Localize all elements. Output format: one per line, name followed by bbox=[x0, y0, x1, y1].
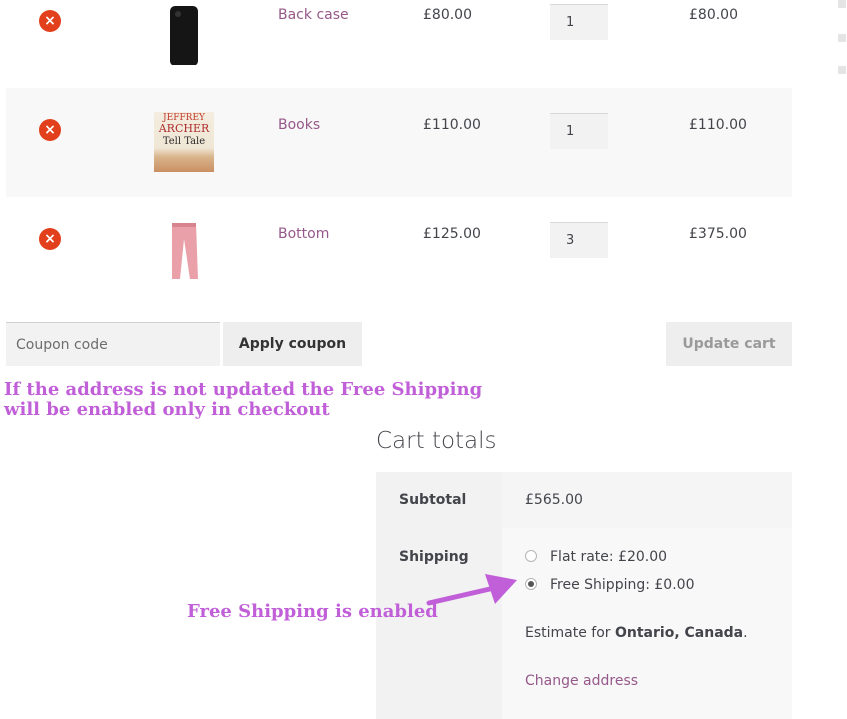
change-address-link[interactable]: Change address bbox=[525, 673, 638, 689]
flat-rate-radio[interactable] bbox=[525, 550, 537, 562]
annotation-note: If the address is not updated the Free S… bbox=[4, 379, 483, 420]
book-title: Tell Tale bbox=[162, 136, 206, 147]
product-name-link[interactable]: Books bbox=[278, 117, 320, 133]
estimate-location: Ontario, Canada bbox=[615, 625, 744, 641]
line-subtotal: £80.00 bbox=[689, 7, 738, 23]
flat-rate-label[interactable]: Flat rate: £20.00 bbox=[550, 549, 667, 565]
product-price: £125.00 bbox=[423, 226, 481, 242]
cart-row-bottom: × Bottom £125.00 £375.00 bbox=[6, 197, 792, 306]
subtotal-label: Subtotal bbox=[399, 492, 467, 508]
subtotal-value: £565.00 bbox=[525, 492, 583, 508]
shipping-estimate: Estimate for Ontario, Canada. bbox=[525, 625, 748, 641]
cart-totals-title: Cart totals bbox=[376, 428, 497, 454]
remove-item-icon[interactable]: × bbox=[39, 228, 61, 250]
estimate-suffix: . bbox=[743, 625, 748, 641]
free-shipping-label[interactable]: Free Shipping: £0.00 bbox=[550, 577, 694, 593]
cart-row-back-case: × Back case £80.00 £80.00 bbox=[6, 0, 792, 88]
remove-item-icon[interactable]: × bbox=[39, 119, 61, 141]
product-name-link[interactable]: Bottom bbox=[278, 226, 329, 242]
cart-row-books: × JEFFREY ARCHER Tell Tale Books £110.00… bbox=[6, 88, 792, 197]
remove-item-icon[interactable]: × bbox=[39, 10, 61, 32]
quantity-input[interactable] bbox=[550, 222, 608, 258]
coupon-code-input[interactable] bbox=[6, 322, 220, 366]
book-author: ARCHER bbox=[158, 122, 210, 135]
estimate-prefix: Estimate for bbox=[525, 625, 611, 641]
product-price: £110.00 bbox=[423, 117, 481, 133]
line-subtotal: £110.00 bbox=[689, 117, 747, 133]
quantity-input[interactable] bbox=[550, 4, 608, 40]
product-thumbnail-books[interactable]: JEFFREY ARCHER Tell Tale bbox=[154, 112, 214, 172]
product-thumbnail-back-case[interactable] bbox=[154, 0, 214, 65]
product-price: £80.00 bbox=[423, 7, 472, 23]
product-thumbnail-bottom[interactable] bbox=[154, 221, 214, 281]
annotation-arrow-icon bbox=[426, 574, 517, 606]
update-cart-button[interactable]: Update cart bbox=[666, 322, 792, 366]
scrollbar-markers bbox=[838, 0, 847, 80]
product-name-link[interactable]: Back case bbox=[278, 7, 349, 23]
shipping-label: Shipping bbox=[399, 549, 469, 565]
quantity-input[interactable] bbox=[550, 113, 608, 149]
line-subtotal: £375.00 bbox=[689, 226, 747, 242]
free-shipping-annotation: Free Shipping is enabled bbox=[187, 601, 438, 622]
apply-coupon-button[interactable]: Apply coupon bbox=[223, 322, 362, 366]
